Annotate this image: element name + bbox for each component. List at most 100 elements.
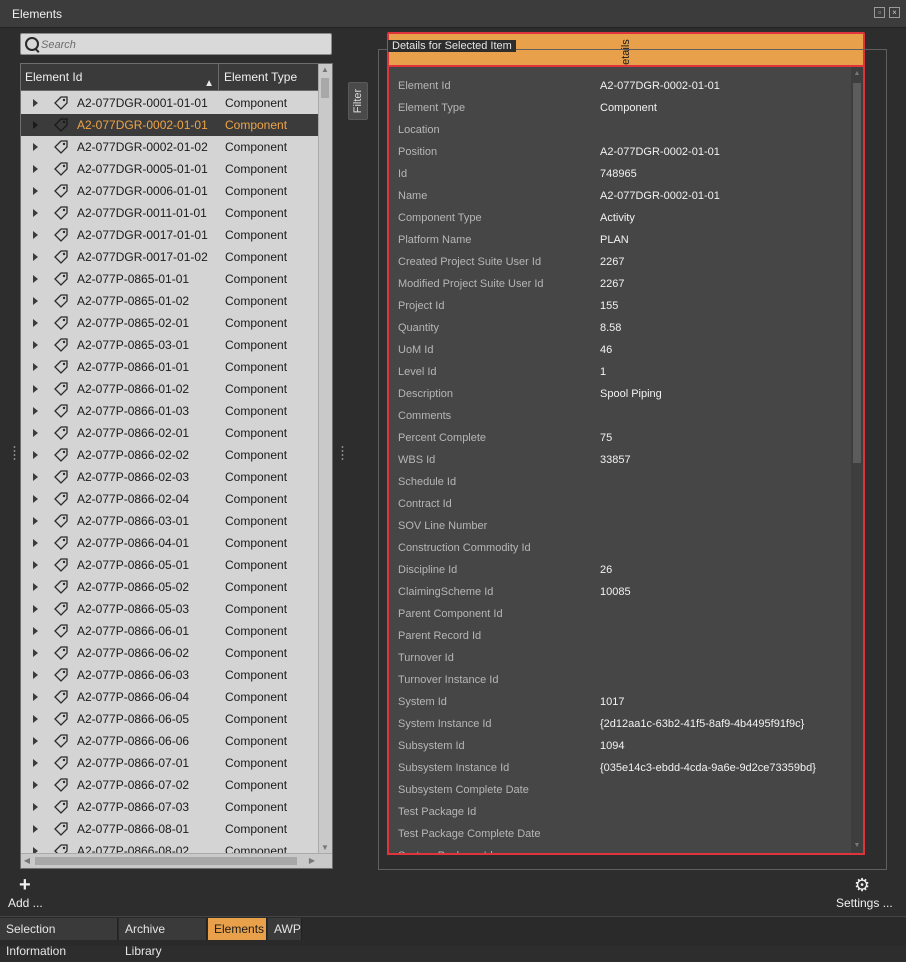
expand-arrow-icon[interactable]	[33, 297, 38, 305]
table-row[interactable]: A2-077DGR-0002-01-02 Component	[21, 136, 319, 158]
property-value[interactable]: 10085	[600, 586, 631, 598]
property-value[interactable]: 1017	[600, 696, 624, 708]
table-row[interactable]: A2-077DGR-0017-01-02 Component	[21, 246, 319, 268]
grid-vertical-scrollbar[interactable]: ▲ ▼	[318, 64, 332, 854]
settings-button[interactable]: ⚙ Settings ...	[832, 876, 896, 910]
expand-arrow-icon[interactable]	[33, 671, 38, 679]
table-row[interactable]: A2-077P-0866-04-01 Component	[21, 532, 319, 554]
property-value[interactable]: 2267	[600, 256, 624, 268]
expand-arrow-icon[interactable]	[33, 407, 38, 415]
table-row[interactable]: A2-077P-0866-06-01 Component	[21, 620, 319, 642]
property-value[interactable]: 1094	[600, 740, 624, 752]
property-value[interactable]: 748965	[600, 168, 637, 180]
property-value[interactable]: A2-077DGR-0002-01-01	[600, 146, 720, 158]
expand-arrow-icon[interactable]	[33, 319, 38, 327]
expand-arrow-icon[interactable]	[33, 825, 38, 833]
property-value[interactable]: 2267	[600, 278, 624, 290]
table-row[interactable]: A2-077P-0866-06-03 Component	[21, 664, 319, 686]
expand-arrow-icon[interactable]	[33, 693, 38, 701]
scroll-up-icon[interactable]: ▲	[321, 66, 329, 74]
table-row[interactable]: A2-077P-0865-02-01 Component	[21, 312, 319, 334]
property-value[interactable]: 8.58	[600, 322, 621, 334]
details-vertical-scrollbar[interactable]: ▲ ▼	[851, 67, 863, 853]
expand-arrow-icon[interactable]	[33, 781, 38, 789]
property-value[interactable]: {035e14c3-ebdd-4cda-9a6e-9d2ce73359bd}	[600, 762, 816, 774]
center-splitter-grip[interactable]	[341, 445, 344, 461]
property-value[interactable]: 155	[600, 300, 618, 312]
scroll-down-icon[interactable]: ▼	[321, 844, 329, 852]
property-value[interactable]: 75	[600, 432, 612, 444]
expand-arrow-icon[interactable]	[33, 759, 38, 767]
expand-arrow-icon[interactable]	[33, 231, 38, 239]
table-row[interactable]: A2-077P-0866-05-02 Component	[21, 576, 319, 598]
scrollbar-thumb[interactable]	[35, 857, 297, 865]
scroll-left-icon[interactable]: ◀	[23, 857, 31, 865]
table-row[interactable]: A2-077P-0866-01-02 Component	[21, 378, 319, 400]
property-value[interactable]: Component	[600, 102, 657, 114]
scroll-up-icon[interactable]: ▲	[853, 70, 861, 78]
search-input[interactable]	[39, 36, 328, 54]
expand-arrow-icon[interactable]	[33, 253, 38, 261]
table-row[interactable]: A2-077P-0866-03-01 Component	[21, 510, 319, 532]
expand-arrow-icon[interactable]	[33, 429, 38, 437]
table-row[interactable]: A2-077P-0866-02-01 Component	[21, 422, 319, 444]
expand-arrow-icon[interactable]	[33, 605, 38, 613]
column-header-element-id[interactable]: Element Id ▲	[21, 64, 219, 90]
table-row[interactable]: A2-077P-0866-06-04 Component	[21, 686, 319, 708]
tab-archive-library[interactable]: Archive Library	[119, 918, 207, 958]
scroll-down-icon[interactable]: ▼	[853, 842, 861, 850]
property-value[interactable]: PLAN	[600, 234, 629, 246]
table-row[interactable]: A2-077P-0866-07-02 Component	[21, 774, 319, 796]
property-value[interactable]: Activity	[600, 212, 635, 224]
table-row[interactable]: A2-077P-0865-01-01 Component	[21, 268, 319, 290]
add-button[interactable]: + Add ...	[6, 875, 50, 910]
float-window-icon[interactable]: ▫	[874, 7, 885, 18]
scrollbar-thumb[interactable]	[853, 83, 861, 463]
table-row[interactable]: A2-077DGR-0006-01-01 Component	[21, 180, 319, 202]
table-row[interactable]: A2-077P-0866-02-04 Component	[21, 488, 319, 510]
expand-arrow-icon[interactable]	[33, 649, 38, 657]
left-splitter-grip[interactable]	[13, 445, 16, 461]
property-value[interactable]: 26	[600, 564, 612, 576]
property-value[interactable]: {2d12aa1c-63b2-41f5-8af9-4b4495f91f9c}	[600, 718, 804, 730]
table-row[interactable]: A2-077P-0866-02-02 Component	[21, 444, 319, 466]
table-row[interactable]: A2-077P-0866-01-03 Component	[21, 400, 319, 422]
expand-arrow-icon[interactable]	[33, 803, 38, 811]
expand-arrow-icon[interactable]	[33, 473, 38, 481]
tab-awp[interactable]: AWP	[268, 918, 302, 940]
grid-horizontal-scrollbar[interactable]: ◀ ▶	[21, 853, 332, 868]
table-row[interactable]: A2-077P-0866-06-05 Component	[21, 708, 319, 730]
scroll-right-icon[interactable]: ▶	[308, 857, 316, 865]
expand-arrow-icon[interactable]	[33, 715, 38, 723]
column-header-element-type[interactable]: Element Type	[219, 64, 319, 90]
table-row[interactable]: A2-077P-0866-01-01 Component	[21, 356, 319, 378]
expand-arrow-icon[interactable]	[33, 627, 38, 635]
table-row[interactable]: A2-077P-0866-06-06 Component	[21, 730, 319, 752]
expand-arrow-icon[interactable]	[33, 341, 38, 349]
table-row[interactable]: A2-077P-0866-07-03 Component	[21, 796, 319, 818]
table-row[interactable]: A2-077P-0866-07-01 Component	[21, 752, 319, 774]
property-value[interactable]: A2-077DGR-0002-01-01	[600, 80, 720, 92]
property-value[interactable]: 33857	[600, 454, 631, 466]
close-window-icon[interactable]: ×	[889, 7, 900, 18]
tab-elements[interactable]: Elements	[208, 918, 267, 940]
expand-arrow-icon[interactable]	[33, 385, 38, 393]
expand-arrow-icon[interactable]	[33, 517, 38, 525]
expand-arrow-icon[interactable]	[33, 451, 38, 459]
table-row[interactable]: A2-077P-0866-05-01 Component	[21, 554, 319, 576]
expand-arrow-icon[interactable]	[33, 561, 38, 569]
expand-arrow-icon[interactable]	[33, 187, 38, 195]
expand-arrow-icon[interactable]	[33, 363, 38, 371]
expand-arrow-icon[interactable]	[33, 99, 38, 107]
expand-arrow-icon[interactable]	[33, 165, 38, 173]
expand-arrow-icon[interactable]	[33, 737, 38, 745]
table-row[interactable]: A2-077DGR-0005-01-01 Component	[21, 158, 319, 180]
table-row[interactable]: A2-077DGR-0001-01-01 Component	[21, 92, 319, 114]
property-value[interactable]: 46	[600, 344, 612, 356]
search-box[interactable]	[20, 33, 332, 55]
expand-arrow-icon[interactable]	[33, 143, 38, 151]
expand-arrow-icon[interactable]	[33, 495, 38, 503]
table-row[interactable]: A2-077DGR-0011-01-01 Component	[21, 202, 319, 224]
property-value[interactable]: A2-077DGR-0002-01-01	[600, 190, 720, 202]
table-row[interactable]: A2-077P-0866-02-03 Component	[21, 466, 319, 488]
